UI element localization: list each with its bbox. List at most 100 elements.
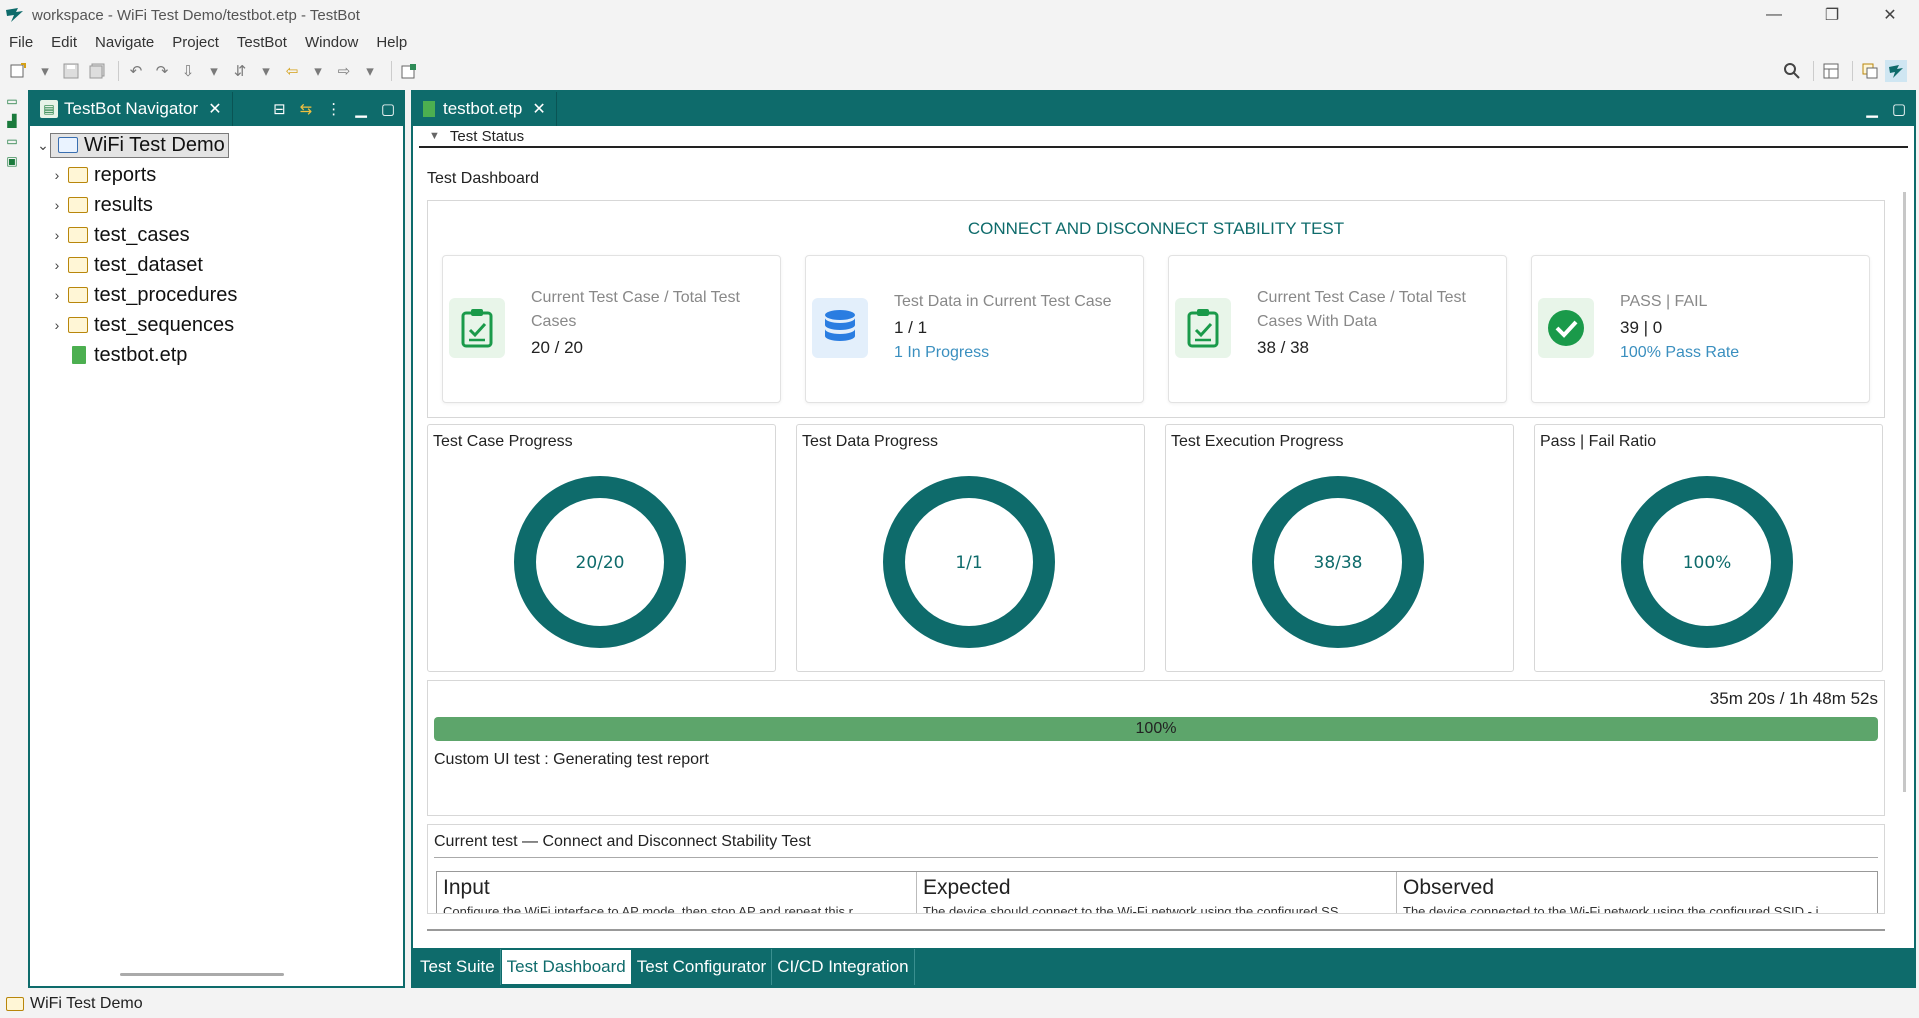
table-column-expected: Expected The device should connect to th…: [917, 872, 1397, 913]
donut-label: 1/1: [955, 553, 982, 573]
tree-item-root[interactable]: ⌄ WiFi Test Demo: [36, 130, 403, 160]
collapse-all-icon[interactable]: ⊟: [273, 100, 286, 118]
navigator-tab[interactable]: ▤ TestBot Navigator ✕: [30, 92, 233, 126]
debug-dropdown-icon[interactable]: ▾: [255, 60, 277, 82]
expand-chevron-icon[interactable]: ›: [50, 257, 64, 273]
menu-window[interactable]: Window: [305, 34, 358, 51]
menu-edit[interactable]: Edit: [51, 34, 77, 51]
menu-project[interactable]: Project: [172, 34, 219, 51]
menu-help[interactable]: Help: [376, 34, 407, 51]
tree-item-test-procedures[interactable]: › test_procedures: [36, 280, 403, 310]
forward-icon[interactable]: ⇨: [333, 60, 355, 82]
tab-test-dashboard[interactable]: Test Dashboard: [500, 949, 632, 985]
save-all-icon[interactable]: [86, 60, 108, 82]
section-title: Test Status: [449, 127, 525, 145]
close-window-button[interactable]: ✕: [1861, 0, 1919, 30]
new-icon[interactable]: [8, 60, 30, 82]
menu-navigate[interactable]: Navigate: [95, 34, 154, 51]
table-column-input: Input Configure the WiFi interface to AP…: [437, 872, 917, 913]
overview-box: CONNECT AND DISCONNECT STABILITY TEST Cu…: [427, 200, 1885, 418]
menu-file[interactable]: File: [9, 34, 33, 51]
close-icon[interactable]: ✕: [532, 99, 545, 119]
search-icon[interactable]: [1781, 60, 1803, 82]
maximize-button[interactable]: ❐: [1803, 0, 1861, 30]
debug-icon[interactable]: ⇵: [229, 60, 251, 82]
tab-test-configurator[interactable]: Test Configurator: [632, 949, 773, 985]
column-header: Expected: [923, 876, 1011, 899]
column-header: Observed: [1403, 876, 1495, 899]
folder-icon: [68, 197, 88, 213]
perspective-switch-icon[interactable]: [1820, 60, 1842, 82]
resource-perspective-icon[interactable]: [1859, 60, 1881, 82]
folder-icon: [68, 167, 88, 183]
restore-icon-2[interactable]: ▭: [4, 134, 20, 148]
column-cell: The device connected to the Wi-Fi networ…: [1403, 904, 1819, 914]
current-test-box: Current test — Connect and Disconnect St…: [427, 824, 1885, 914]
editor-tab-testbot-etp[interactable]: testbot.etp ✕: [413, 92, 557, 126]
maximize-view-icon[interactable]: ▢: [381, 100, 395, 118]
donut-label: 100%: [1683, 553, 1732, 573]
tree-item-test-dataset[interactable]: › test_dataset: [36, 250, 403, 280]
minimize-view-icon[interactable]: ▁: [1866, 100, 1878, 118]
column-header: Input: [443, 876, 490, 899]
folder-icon: [68, 257, 88, 273]
project-folder-icon: [6, 997, 24, 1011]
card-value: 1 / 1: [894, 318, 928, 337]
card-value: 38 / 38: [1257, 338, 1309, 357]
maximize-view-icon[interactable]: ▢: [1892, 100, 1906, 118]
editor-tab-label: testbot.etp: [443, 99, 523, 118]
test-status-section[interactable]: ▼ Test Status: [419, 126, 1908, 148]
minimize-view-icon[interactable]: ▁: [355, 100, 367, 118]
horizontal-scrollbar[interactable]: [427, 929, 1885, 931]
tab-cicd-integration[interactable]: CI/CD Integration: [772, 949, 915, 985]
donut-chart: 38/38: [1252, 476, 1424, 648]
editor-panel: testbot.etp ✕ ▁ ▢ ▼ Test Status Test Das…: [411, 90, 1916, 988]
card-value: 39 | 0: [1620, 318, 1663, 337]
tree-item-testbot-etp[interactable]: testbot.etp: [36, 340, 403, 370]
menu-testbot[interactable]: TestBot: [237, 34, 287, 51]
undo-icon[interactable]: ↶: [125, 60, 147, 82]
tree-item-test-cases[interactable]: › test_cases: [36, 220, 403, 250]
back-icon[interactable]: ⇦: [281, 60, 303, 82]
card-label: Test Data in Current Test Case: [894, 293, 1112, 310]
card-test-cases-with-data: Current Test Case / Total Test Cases Wit…: [1168, 255, 1507, 403]
expand-chevron-icon[interactable]: ›: [50, 167, 64, 183]
donut-label: 20/20: [576, 553, 625, 573]
view-menu-icon[interactable]: ⋮: [326, 100, 341, 118]
collapse-chevron-icon[interactable]: ⌄: [36, 137, 50, 154]
current-test-title: Current test — Connect and Disconnect St…: [434, 833, 811, 850]
card-value: 20 / 20: [531, 338, 583, 357]
run-dropdown-icon[interactable]: ▾: [203, 60, 225, 82]
tree-item-results[interactable]: › results: [36, 190, 403, 220]
back-dropdown-icon[interactable]: ▾: [307, 60, 329, 82]
tree-item-reports[interactable]: › reports: [36, 160, 403, 190]
expand-chevron-icon[interactable]: ›: [50, 287, 64, 303]
expand-chevron-icon[interactable]: ›: [50, 197, 64, 213]
forward-dropdown-icon[interactable]: ▾: [359, 60, 381, 82]
new-dropdown-icon[interactable]: ▾: [34, 60, 56, 82]
clipboard-check-icon: [1175, 298, 1231, 358]
testbot-perspective-icon[interactable]: [1885, 60, 1907, 82]
expand-chevron-icon[interactable]: ›: [50, 227, 64, 243]
gauge-title: Test Execution Progress: [1171, 433, 1344, 450]
donut-label: 38/38: [1314, 553, 1363, 573]
tree-item-test-sequences[interactable]: › test_sequences: [36, 310, 403, 340]
horizontal-scrollbar[interactable]: [120, 973, 284, 976]
minimize-button[interactable]: —: [1745, 0, 1803, 30]
chart-view-icon[interactable]: ▟: [4, 114, 20, 128]
section-collapse-icon[interactable]: ▼: [429, 130, 440, 142]
redo-icon[interactable]: ↷: [151, 60, 173, 82]
card-test-data: Test Data in Current Test Case 1 / 1 1 I…: [805, 255, 1144, 403]
restore-icon[interactable]: ▭: [4, 94, 20, 108]
folder-icon: [68, 227, 88, 243]
open-perspective-icon[interactable]: [398, 60, 420, 82]
config-view-icon[interactable]: ▣: [4, 154, 20, 168]
run-icon[interactable]: ⇩: [177, 60, 199, 82]
vertical-scrollbar[interactable]: [1903, 192, 1906, 792]
close-icon[interactable]: ✕: [208, 99, 221, 119]
save-icon[interactable]: [60, 60, 82, 82]
expand-chevron-icon[interactable]: ›: [50, 317, 64, 333]
donut-chart: 1/1: [883, 476, 1055, 648]
tab-test-suite[interactable]: Test Suite: [415, 949, 501, 985]
link-editor-icon[interactable]: ⇆: [300, 100, 313, 118]
